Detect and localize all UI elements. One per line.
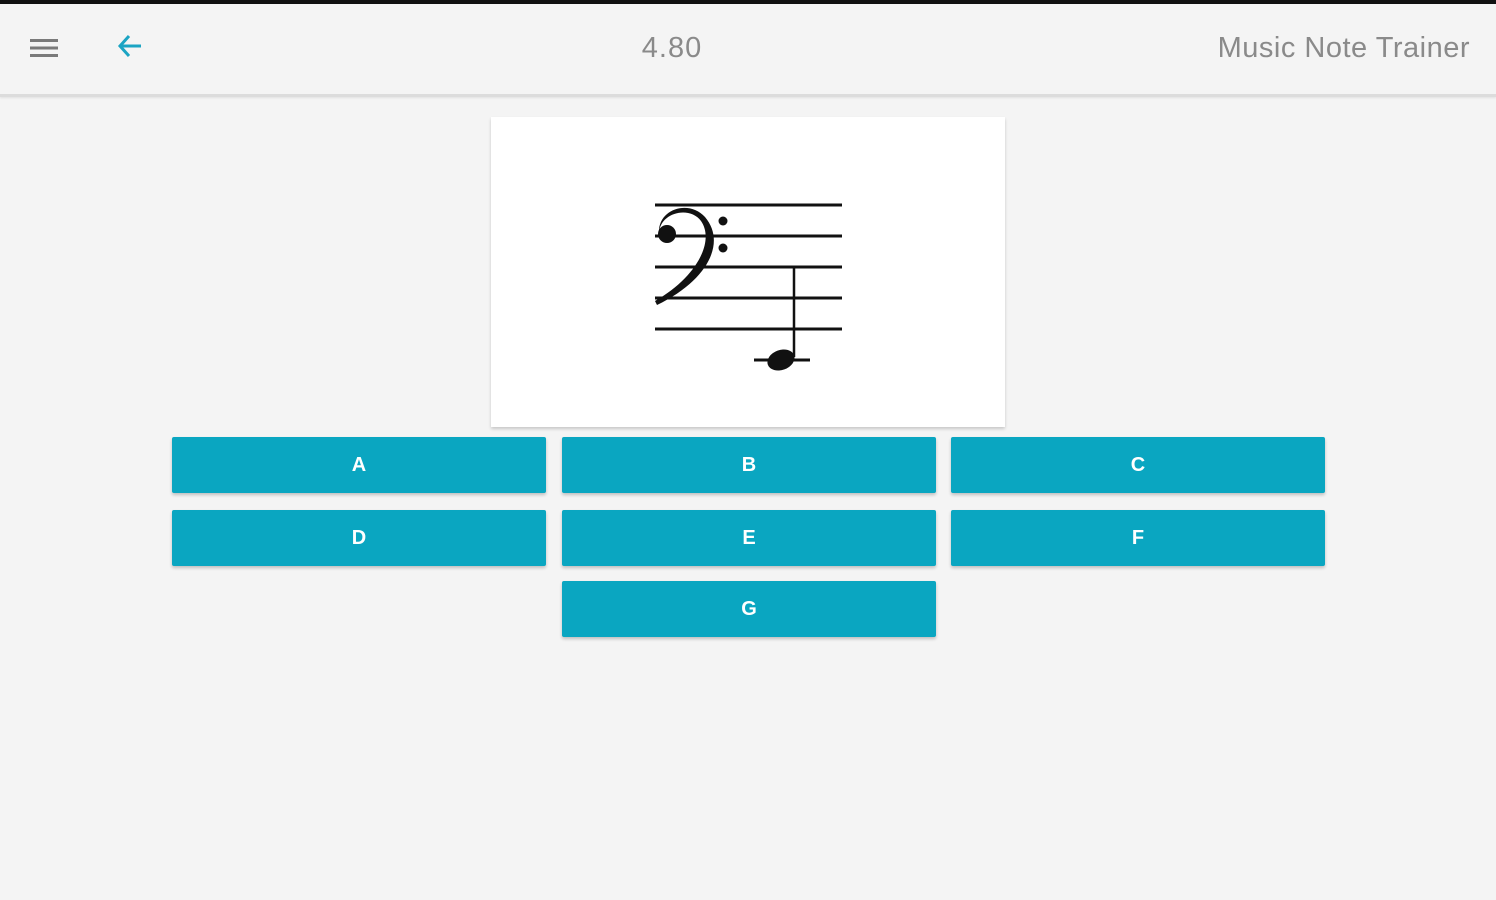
top-app-bar: 4.80 Music Note Trainer — [0, 4, 1496, 97]
back-button[interactable] — [108, 24, 152, 68]
bass-clef-icon — [655, 207, 728, 305]
app-window: 4.80 Music Note Trainer A B C D E F G — [0, 0, 1496, 900]
answer-button-a[interactable]: A — [172, 437, 546, 493]
answer-button-d[interactable]: D — [172, 510, 546, 566]
answer-button-f[interactable]: F — [951, 510, 1325, 566]
quarter-note-icon — [754, 267, 810, 371]
app-title: Music Note Trainer — [1217, 32, 1470, 64]
menu-button[interactable] — [22, 26, 66, 70]
answer-grid: A B C D E F G — [172, 437, 1325, 637]
answer-button-g[interactable]: G — [562, 581, 936, 637]
music-staff — [655, 203, 842, 371]
score-value: 4.80 — [641, 32, 703, 64]
arrow-left-icon — [117, 34, 141, 58]
answer-button-e[interactable]: E — [562, 510, 936, 566]
answer-button-b[interactable]: B — [562, 437, 936, 493]
note-card — [491, 117, 1005, 427]
hamburger-menu-icon — [30, 39, 58, 57]
answer-button-c[interactable]: C — [951, 437, 1325, 493]
